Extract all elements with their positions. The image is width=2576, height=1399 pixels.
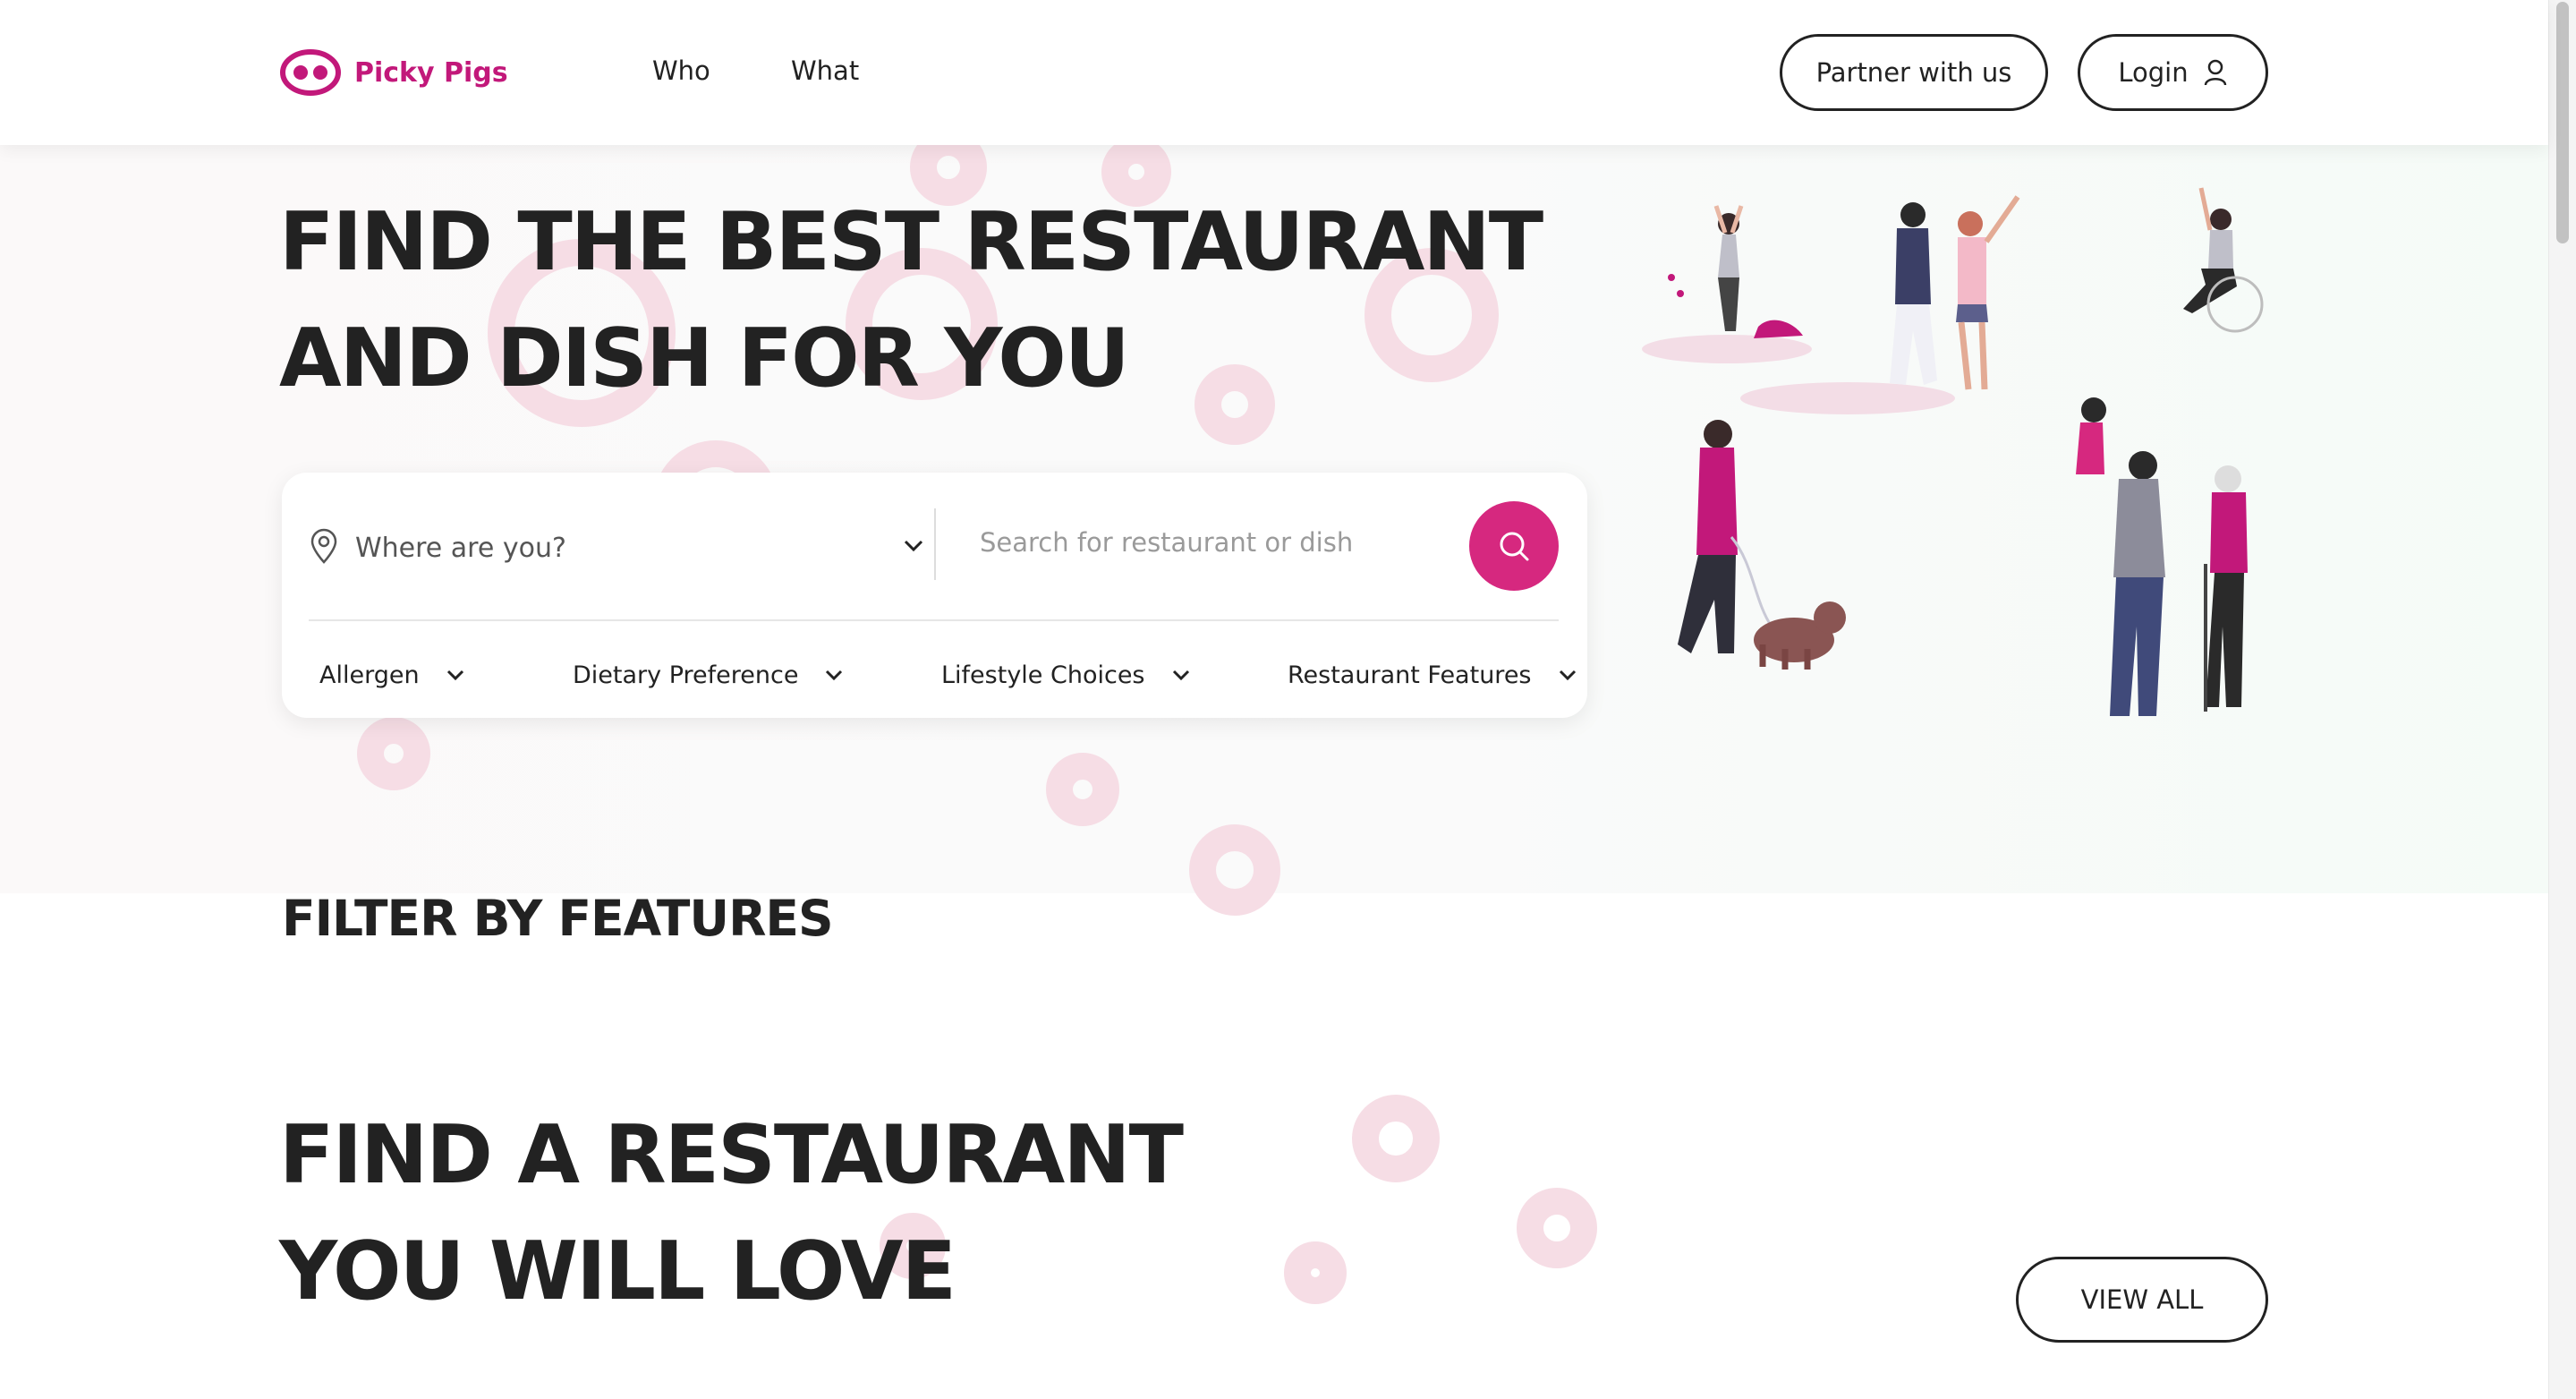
filter-divider — [309, 619, 1559, 621]
filter-dietary-label: Dietary Preference — [573, 661, 799, 689]
chevron-down-icon — [1559, 670, 1576, 681]
hero-title: FIND THE BEST RESTAURANT AND DISH FOR YO… — [279, 184, 1621, 417]
nav-link-who[interactable]: Who — [652, 55, 710, 86]
search-divider — [934, 508, 936, 580]
user-icon — [2204, 59, 2226, 86]
filter-allergen[interactable]: Allergen — [319, 657, 466, 693]
login-button-label: Login — [2118, 57, 2189, 88]
view-all-button[interactable]: VIEW ALL — [2016, 1257, 2268, 1343]
people-illustration — [1642, 187, 2264, 716]
chevron-down-icon — [826, 670, 843, 681]
scrollbar-thumb[interactable] — [2556, 2, 2569, 243]
find-restaurant-heading: FIND A RESTAURANT YOU WILL LOVE — [279, 1097, 1184, 1330]
filter-restaurant-features[interactable]: Restaurant Features — [1288, 657, 1578, 693]
brand-logo[interactable]: Picky Pigs — [279, 47, 508, 98]
search-icon — [1500, 532, 1529, 561]
location-pin-icon — [310, 528, 337, 564]
search-button[interactable] — [1469, 501, 1559, 591]
filter-dietary-preference[interactable]: Dietary Preference — [573, 657, 845, 693]
filter-lifestyle-label: Lifestyle Choices — [941, 661, 1145, 689]
login-button[interactable]: Login — [2078, 34, 2268, 111]
hero-title-line-1: FIND THE BEST RESTAURANT — [279, 195, 1543, 289]
view-all-label: VIEW ALL — [2080, 1284, 2204, 1315]
site-header: Picky Pigs Who What Partner with us Logi… — [0, 0, 2548, 145]
location-input[interactable] — [353, 525, 894, 571]
find-restaurant-line-2: YOU WILL LOVE — [279, 1224, 956, 1318]
nav-link-what[interactable]: What — [791, 55, 859, 86]
filter-allergen-label: Allergen — [319, 661, 420, 689]
partner-with-us-button[interactable]: Partner with us — [1780, 34, 2048, 111]
filter-by-features-heading: FILTER BY FEATURES — [282, 890, 834, 947]
hero-title-line-2: AND DISH FOR YOU — [279, 311, 1130, 405]
chevron-down-icon — [1172, 670, 1189, 681]
filter-lifestyle-choices[interactable]: Lifestyle Choices — [941, 657, 1192, 693]
chevron-down-icon — [446, 670, 463, 681]
filter-features-label: Restaurant Features — [1288, 661, 1532, 689]
find-restaurant-line-1: FIND A RESTAURANT — [279, 1108, 1184, 1202]
chevron-down-icon[interactable] — [901, 533, 926, 557]
brand-name: Picky Pigs — [354, 56, 508, 89]
partner-button-label: Partner with us — [1815, 57, 2012, 88]
pig-nose-logo-icon — [280, 49, 341, 96]
page-scrollbar[interactable] — [2548, 0, 2576, 1399]
search-card: Allergen Dietary Preference Lifestyle Ch… — [282, 473, 1587, 718]
restaurant-dish-search-input[interactable] — [978, 519, 1447, 566]
